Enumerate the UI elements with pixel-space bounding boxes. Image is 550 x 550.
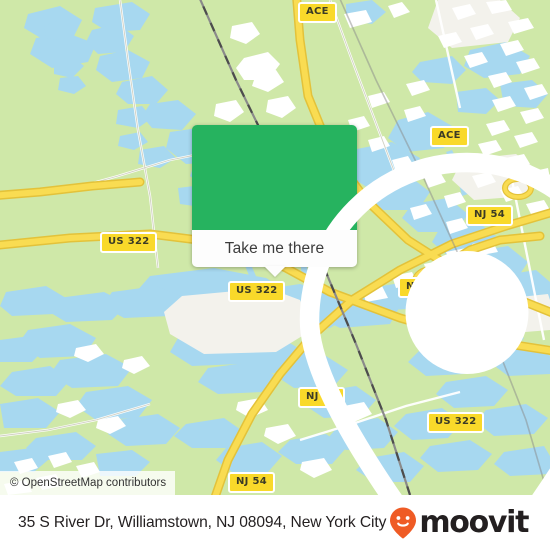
popup-action-bar[interactable]: Take me there — [192, 230, 357, 277]
address-label: 35 S River Dr, Williamstown, NJ 08094, N… — [18, 513, 387, 531]
take-me-there-button[interactable]: Take me there — [225, 240, 325, 258]
moovit-wordmark: moovit — [419, 504, 529, 540]
popup-marker-area — [192, 125, 550, 495]
road-shield: US 322 — [100, 232, 158, 253]
location-popup-card[interactable]: Take me there — [192, 125, 550, 495]
road-shield: ACE — [298, 2, 337, 23]
moovit-pin-smiley-icon — [388, 506, 418, 540]
map-attribution[interactable]: © OpenStreetMap contributors — [0, 471, 176, 495]
moovit-logo[interactable]: moovit — [388, 504, 529, 540]
map-screenshot: ACE ACE NJ 54 US 322 US 322 NJ 54 NJ 54 … — [0, 0, 550, 550]
popup-pointer-tail — [263, 266, 286, 277]
footer-bar: 35 S River Dr, Williamstown, NJ 08094, N… — [0, 495, 550, 550]
map-canvas[interactable]: ACE ACE NJ 54 US 322 US 322 NJ 54 NJ 54 … — [0, 0, 550, 495]
